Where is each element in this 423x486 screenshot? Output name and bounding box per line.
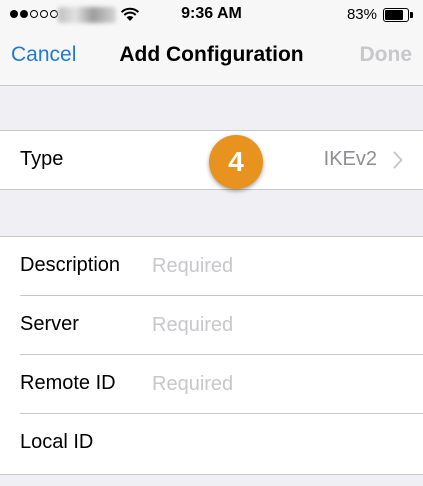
status-bar: 9:36 AM 83% (0, 0, 423, 30)
description-label: Description (20, 254, 121, 276)
battery-icon (383, 8, 414, 22)
remote-id-input[interactable] (152, 369, 402, 399)
remote-id-row: Remote ID (0, 355, 423, 414)
type-label: Type (20, 148, 64, 170)
battery-percent: 83% (346, 6, 377, 23)
description-input[interactable] (152, 251, 402, 281)
type-value: IKEv2 (323, 148, 377, 170)
server-input[interactable] (152, 310, 402, 340)
local-id-label: Local ID (20, 431, 94, 453)
local-id-row: Local ID (0, 414, 423, 473)
local-id-input[interactable] (152, 428, 402, 458)
step-number-badge: 4 (209, 135, 263, 189)
configuration-form: Description Server Remote ID Local ID (0, 236, 423, 475)
server-label: Server (20, 313, 79, 335)
cancel-button[interactable]: Cancel (11, 43, 76, 67)
description-row: Description (0, 237, 423, 296)
navigation-bar: Cancel Add Configuration Done (0, 30, 423, 86)
done-button[interactable]: Done (360, 43, 413, 67)
chevron-right-icon (393, 151, 403, 169)
server-row: Server (0, 296, 423, 355)
remote-id-label: Remote ID (20, 372, 116, 394)
